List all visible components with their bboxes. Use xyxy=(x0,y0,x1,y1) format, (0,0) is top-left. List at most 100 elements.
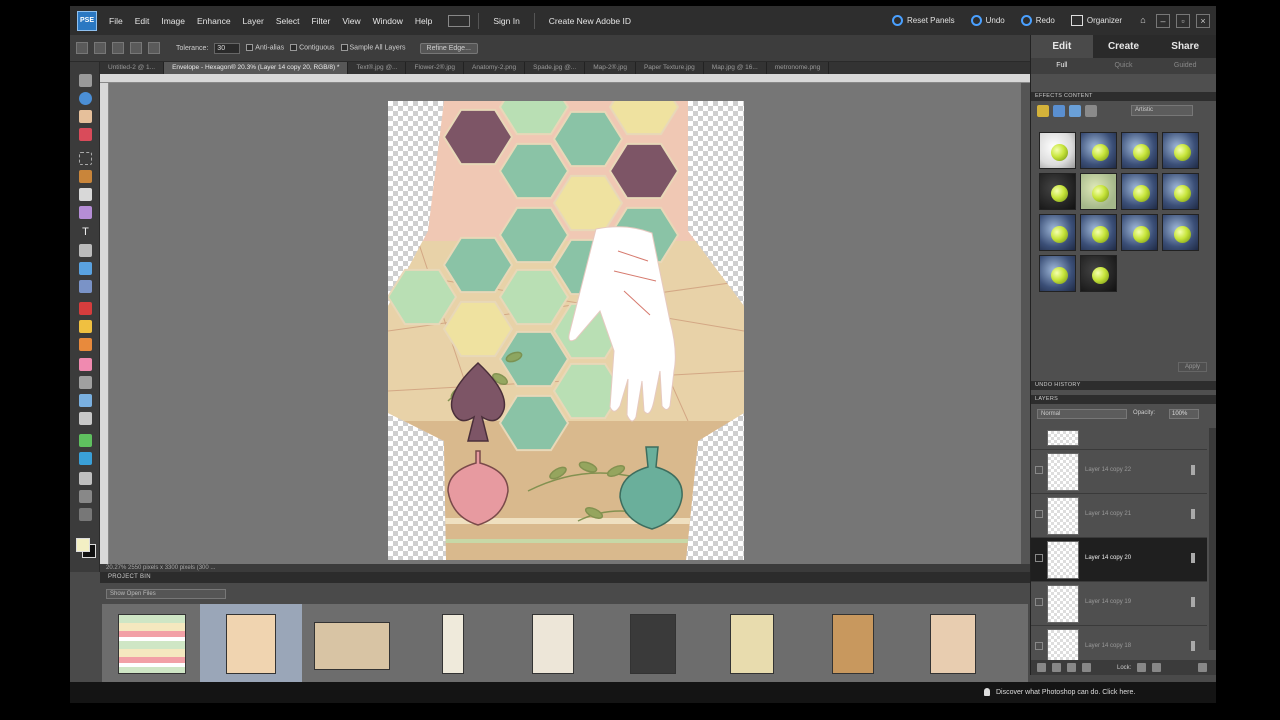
document-tab-active[interactable]: Envelope - Hexagon® 20.3% (Layer 14 copy… xyxy=(164,62,349,74)
undo-button[interactable]: Undo xyxy=(963,15,1013,26)
tab-create[interactable]: Create xyxy=(1093,35,1155,58)
effect-thumbnail[interactable] xyxy=(1080,255,1117,292)
quick-selection-tool-icon[interactable] xyxy=(79,206,92,219)
visibility-eye-icon[interactable] xyxy=(1035,598,1043,606)
eraser-tool-icon[interactable] xyxy=(79,358,92,371)
subtab-quick[interactable]: Quick xyxy=(1093,58,1155,74)
move-tool-icon[interactable] xyxy=(79,74,92,87)
document-tab[interactable]: Untitled-2 @ 1... xyxy=(100,62,165,74)
effect-thumbnail[interactable] xyxy=(1039,132,1076,169)
layer-row[interactable]: Layer 14 copy 19 xyxy=(1031,582,1207,626)
shape-tool-icon[interactable] xyxy=(79,452,92,465)
photo-effects-icon[interactable] xyxy=(1069,105,1081,117)
brush-tool-icon[interactable] xyxy=(79,376,92,389)
document-tab[interactable]: Text®.jpg @... xyxy=(348,62,407,74)
effect-thumbnail[interactable] xyxy=(1039,214,1076,251)
eyedropper-tool-icon[interactable] xyxy=(79,128,92,141)
menu-image[interactable]: Image xyxy=(155,16,191,26)
opacity-input[interactable]: 100% xyxy=(1169,409,1199,419)
red-eye-tool-icon[interactable] xyxy=(79,302,92,315)
show-all-icon[interactable] xyxy=(1085,105,1097,117)
new-selection-icon[interactable] xyxy=(94,42,106,54)
cookie-cutter-tool-icon[interactable] xyxy=(79,262,92,275)
subtract-selection-icon[interactable] xyxy=(130,42,142,54)
effect-thumbnail[interactable] xyxy=(1162,214,1199,251)
effect-thumbnail[interactable] xyxy=(1121,173,1158,210)
subtab-guided[interactable]: Guided xyxy=(1154,58,1216,74)
smart-brush-tool-icon[interactable] xyxy=(79,394,92,407)
add-to-selection-icon[interactable] xyxy=(112,42,124,54)
visibility-eye-icon[interactable] xyxy=(1035,642,1043,650)
marquee-tool-icon[interactable] xyxy=(79,152,92,165)
thumb-map-2[interactable] xyxy=(930,614,976,674)
menu-help[interactable]: Help xyxy=(409,16,438,26)
type-tool-icon[interactable]: T xyxy=(79,226,92,239)
thumb-map[interactable] xyxy=(730,614,774,674)
thumb-spade[interactable] xyxy=(630,614,676,674)
effect-thumbnail[interactable] xyxy=(1121,132,1158,169)
organizer-button[interactable]: Organizer xyxy=(1063,15,1130,26)
layer-row[interactable]: Layer 14 copy 21 xyxy=(1031,494,1207,538)
zoom-tool-icon[interactable] xyxy=(79,92,92,105)
document-tab[interactable]: Map.jpg @ 16... xyxy=(704,62,767,74)
sample-all-layers-checkbox[interactable]: Sample All Layers xyxy=(340,44,406,52)
layer-mask-icon[interactable] xyxy=(1067,663,1076,672)
close-button[interactable]: × xyxy=(1196,13,1210,28)
menu-view[interactable]: View xyxy=(336,16,366,26)
healing-brush-tool-icon[interactable] xyxy=(79,320,92,333)
blend-mode-dropdown[interactable]: Normal xyxy=(1037,409,1127,419)
sign-in-link[interactable]: Sign In xyxy=(487,16,525,26)
tab-edit[interactable]: Edit xyxy=(1031,35,1093,58)
visibility-eye-icon[interactable] xyxy=(1035,510,1043,518)
tolerance-input[interactable]: 30 xyxy=(214,42,241,54)
undo-history-header[interactable]: UNDO HISTORY xyxy=(1031,381,1216,390)
menu-select[interactable]: Select xyxy=(270,16,306,26)
effects-category-dropdown[interactable]: Artistic xyxy=(1131,105,1193,116)
document-tab[interactable]: Map-2®.jpg xyxy=(585,62,636,74)
thumb-paper-texture[interactable] xyxy=(832,614,874,674)
foreground-color-swatch[interactable] xyxy=(76,538,90,552)
document-tab[interactable]: metronome.png xyxy=(767,62,830,74)
adjustment-layer-icon[interactable] xyxy=(1052,663,1061,672)
effect-thumbnail[interactable] xyxy=(1162,173,1199,210)
delete-layer-icon[interactable] xyxy=(1198,663,1207,672)
anti-alias-checkbox[interactable]: Anti-alias xyxy=(246,44,284,52)
effect-thumbnail[interactable] xyxy=(1080,173,1117,210)
tool-preset-icon[interactable] xyxy=(76,42,88,54)
straighten-tool-icon[interactable] xyxy=(79,280,92,293)
thumb-flower[interactable] xyxy=(442,614,464,674)
lasso-tool-icon[interactable] xyxy=(79,170,92,183)
reset-panels-button[interactable]: Reset Panels xyxy=(884,15,963,26)
lock-transparent-icon[interactable] xyxy=(1137,663,1147,672)
menu-filter[interactable]: Filter xyxy=(305,16,336,26)
layers-scrollbar[interactable] xyxy=(1209,428,1216,650)
link-layers-icon[interactable] xyxy=(1082,663,1091,672)
photoshop-tip-link[interactable]: Discover what Photoshop can do. Click he… xyxy=(984,688,1135,696)
contiguous-checkbox[interactable]: Contiguous xyxy=(290,44,335,52)
filters-icon[interactable] xyxy=(1037,105,1049,117)
lock-all-icon[interactable] xyxy=(1152,663,1162,672)
effect-thumbnail[interactable] xyxy=(1121,214,1158,251)
menu-edit[interactable]: Edit xyxy=(129,16,156,26)
layer-styles-icon[interactable] xyxy=(1053,105,1065,117)
document-tab[interactable]: Paper Texture.jpg xyxy=(636,62,704,74)
canvas-area[interactable] xyxy=(100,74,1030,570)
paint-bucket-tool-icon[interactable] xyxy=(79,412,92,425)
redo-button[interactable]: Redo xyxy=(1013,15,1063,26)
intersect-selection-icon[interactable] xyxy=(148,42,160,54)
thumb-envelope-hexagon[interactable] xyxy=(226,614,276,674)
document-tab[interactable]: Spade.jpg @... xyxy=(525,62,586,74)
effect-thumbnail[interactable] xyxy=(1080,132,1117,169)
hand-tool-icon[interactable] xyxy=(79,110,92,123)
magic-wand-tool-icon[interactable] xyxy=(79,188,92,201)
layer-row[interactable]: Layer 14 copy 22 xyxy=(1031,450,1207,494)
create-adobe-id-link[interactable]: Create New Adobe ID xyxy=(543,16,637,26)
menu-layer[interactable]: Layer xyxy=(237,16,270,26)
visibility-eye-icon[interactable] xyxy=(1035,554,1043,562)
document-tab[interactable]: Anatomy-2.png xyxy=(464,62,526,74)
effect-thumbnail[interactable] xyxy=(1039,255,1076,292)
document-tab[interactable]: Flower-2®.jpg xyxy=(406,62,465,74)
apply-button[interactable]: Apply xyxy=(1177,362,1207,372)
sponge-tool-icon[interactable] xyxy=(79,490,92,503)
new-layer-icon[interactable] xyxy=(1037,663,1046,672)
